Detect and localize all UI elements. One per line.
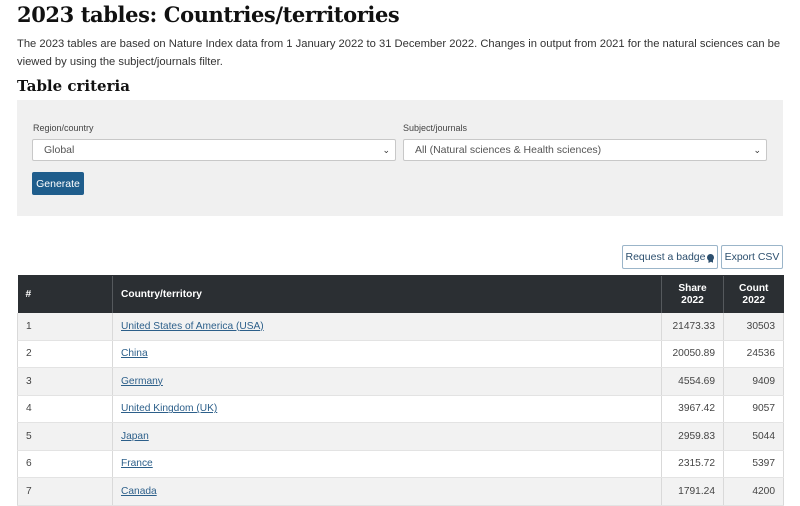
share-cell: 2315.72 xyxy=(661,450,724,478)
country-cell: United States of America (USA) xyxy=(112,313,662,341)
count-cell: 4200 xyxy=(723,477,784,506)
country-link[interactable]: Japan xyxy=(121,431,149,442)
count-cell: 30503 xyxy=(723,313,784,341)
table-row: 7 Canada 1791.24 4200 xyxy=(17,477,784,506)
region-select-value: Global xyxy=(44,144,75,156)
page-title: 2023 tables: Countries/territories xyxy=(17,2,400,27)
export-csv-label: Export CSV xyxy=(724,251,780,263)
country-cell: Germany xyxy=(112,367,662,396)
rank-cell: 4 xyxy=(17,395,113,423)
region-label: Region/country xyxy=(33,123,94,133)
share-cell: 1791.24 xyxy=(661,477,724,506)
count-cell: 9409 xyxy=(723,367,784,396)
country-link[interactable]: Canada xyxy=(121,486,157,497)
share-cell: 2959.83 xyxy=(661,422,724,451)
rank-header[interactable]: # xyxy=(17,275,113,313)
table-row: 6 France 2315.72 5397 xyxy=(17,450,784,478)
rank-cell: 1 xyxy=(17,313,113,341)
request-badge-label: Request a badge xyxy=(625,251,706,263)
chevron-down-icon: ⌄ xyxy=(382,145,390,155)
share-cell: 4554.69 xyxy=(661,367,724,396)
chevron-down-icon: ⌄ xyxy=(753,145,761,155)
share-cell: 21473.33 xyxy=(661,313,724,341)
count-header-line1: Count xyxy=(739,282,769,294)
intro-text: The 2023 tables are based on Nature Inde… xyxy=(17,38,781,68)
subject-label: Subject/journals xyxy=(403,123,468,133)
region-select[interactable]: Global ⌄ xyxy=(32,139,396,161)
count-header-line2: 2022 xyxy=(742,294,766,306)
results-table: # Country/territory Share 2022 Count 202… xyxy=(17,275,784,506)
country-cell: Canada xyxy=(112,477,662,506)
country-link[interactable]: Germany xyxy=(121,376,163,387)
table-row: 1 United States of America (USA) 21473.3… xyxy=(17,313,784,341)
count-header[interactable]: Count 2022 xyxy=(723,275,784,313)
filter-panel: Region/country Global ⌄ Subject/journals… xyxy=(17,100,783,216)
country-cell: Japan xyxy=(112,422,662,451)
country-cell: United Kingdom (UK) xyxy=(112,395,662,423)
share-header-line1: Share xyxy=(678,282,707,294)
table-header-row: # Country/territory Share 2022 Count 202… xyxy=(17,275,784,313)
table-row: 4 United Kingdom (UK) 3967.42 9057 xyxy=(17,395,784,423)
rank-cell: 2 xyxy=(17,340,113,368)
count-cell: 5044 xyxy=(723,422,784,451)
rank-cell: 7 xyxy=(17,477,113,506)
share-cell: 3967.42 xyxy=(661,395,724,423)
share-cell: 20050.89 xyxy=(661,340,724,368)
subject-select-value: All (Natural sciences & Health sciences) xyxy=(415,144,602,156)
request-badge-button[interactable]: Request a badge xyxy=(622,245,718,269)
table-row: 2 China 20050.89 24536 xyxy=(17,340,784,368)
country-link[interactable]: United States of America (USA) xyxy=(121,321,264,332)
country-header[interactable]: Country/territory xyxy=(112,275,662,313)
table-row: 5 Japan 2959.83 5044 xyxy=(17,422,784,451)
country-cell: France xyxy=(112,450,662,478)
criteria-heading: Table criteria xyxy=(17,77,130,95)
subject-select[interactable]: All (Natural sciences & Health sciences)… xyxy=(403,139,767,161)
export-csv-button[interactable]: Export CSV xyxy=(721,245,783,269)
share-header-line2: 2022 xyxy=(681,294,704,306)
generate-button[interactable]: Generate xyxy=(32,172,84,195)
country-cell: China xyxy=(112,340,662,368)
country-link[interactable]: France xyxy=(121,458,153,469)
rank-cell: 5 xyxy=(17,422,113,451)
badge-icon xyxy=(707,254,715,261)
count-cell: 9057 xyxy=(723,395,784,423)
count-cell: 24536 xyxy=(723,340,784,368)
rank-cell: 6 xyxy=(17,450,113,478)
count-cell: 5397 xyxy=(723,450,784,478)
country-link[interactable]: United Kingdom (UK) xyxy=(121,403,217,414)
rank-cell: 3 xyxy=(17,367,113,396)
table-row: 3 Germany 4554.69 9409 xyxy=(17,367,784,396)
share-header[interactable]: Share 2022 xyxy=(661,275,724,313)
country-link[interactable]: China xyxy=(121,348,148,359)
